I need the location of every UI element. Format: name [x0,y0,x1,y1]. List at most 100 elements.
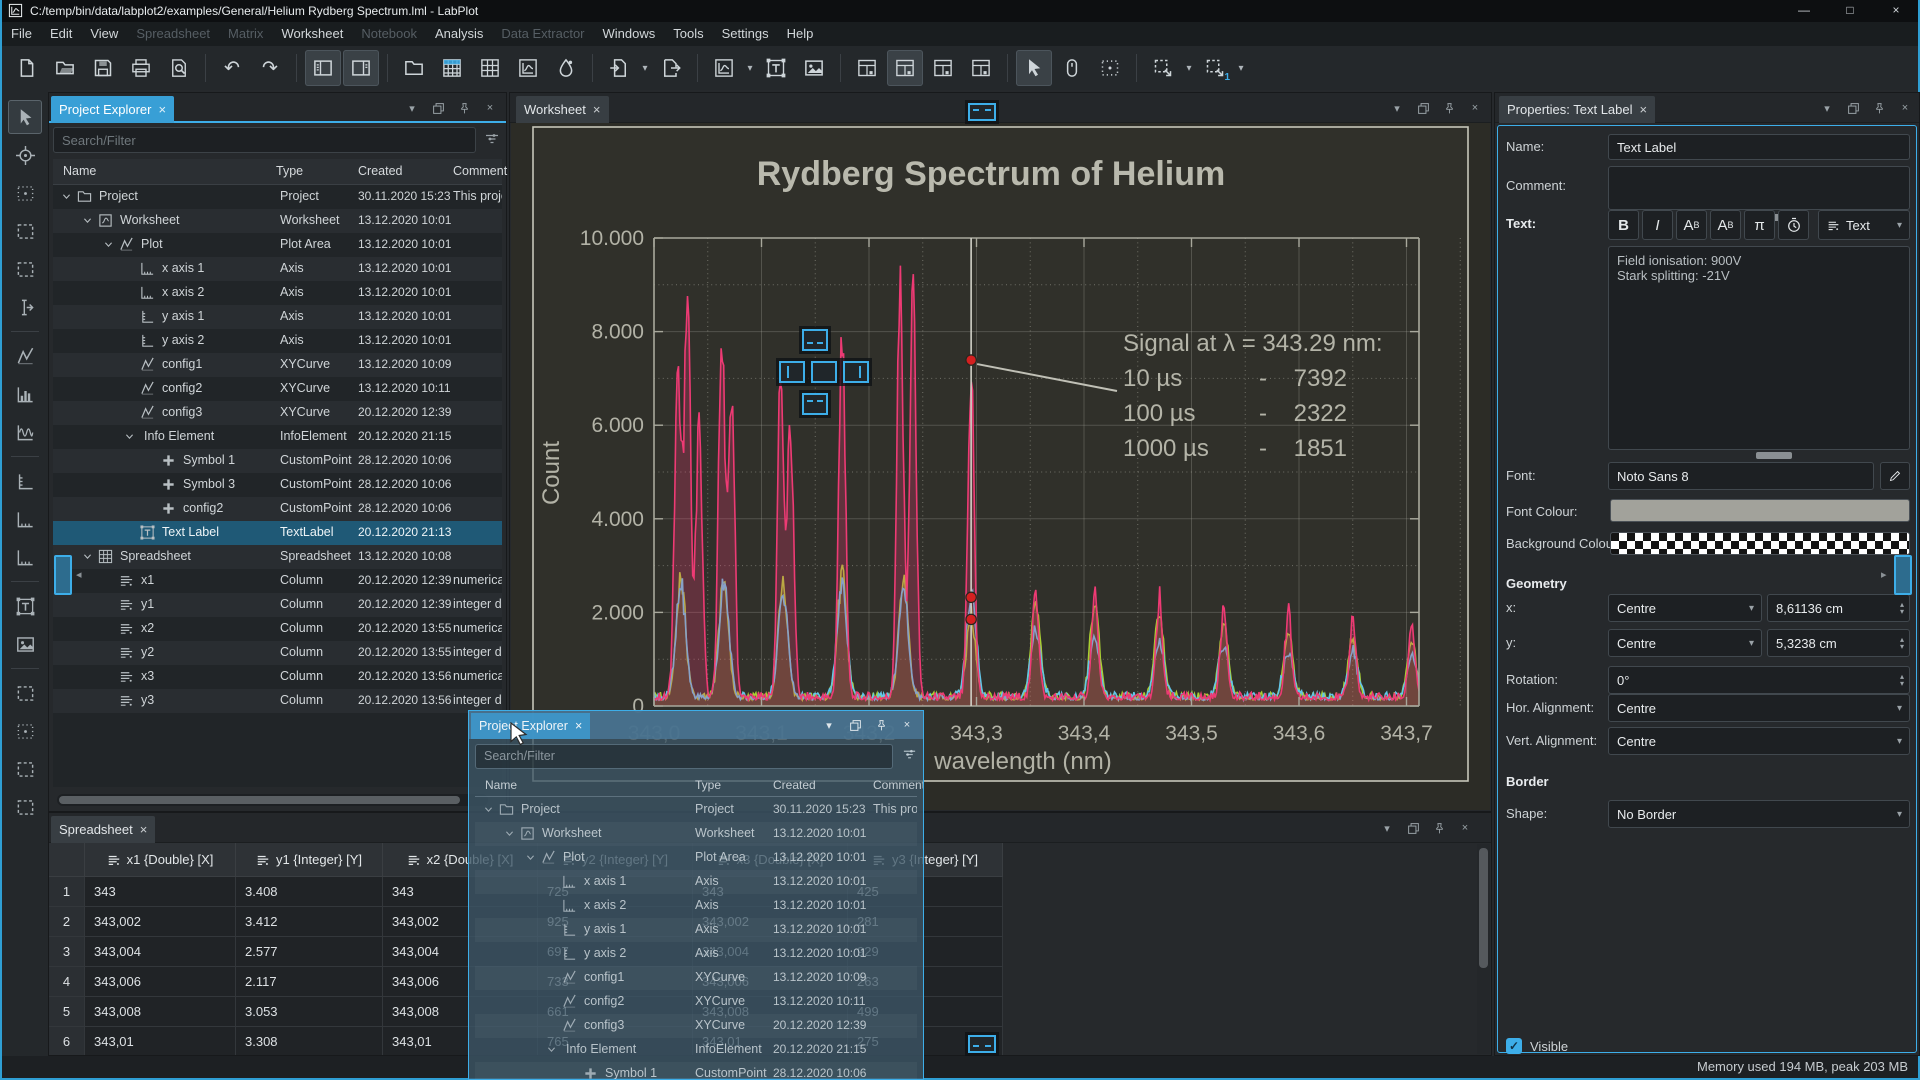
tree-row-y2[interactable]: y2Column20.12.2020 13:55integer da [53,641,502,665]
tool-text-cursor[interactable] [8,290,42,324]
close-icon[interactable]: × [1465,97,1485,119]
tool-axis-vertical[interactable] [8,464,42,498]
dock-menu-icon[interactable]: ▾ [1377,817,1397,839]
tree-row-x-axis-2[interactable]: x axis 2Axis13.12.2020 10:01 [475,894,917,918]
superscript-button[interactable]: AB [1676,210,1707,240]
pin-icon[interactable] [1439,97,1459,119]
tool-text-label[interactable] [8,589,42,623]
sheet-column-header-x1[interactable]: x1 {Double} [X] [85,843,236,877]
row-number[interactable]: 4 [49,967,85,997]
pin-icon[interactable] [1429,817,1449,839]
tool-crosshair[interactable] [8,138,42,172]
close-icon[interactable]: × [158,102,166,117]
menu-worksheet[interactable]: Worksheet [272,22,352,45]
menu-tools[interactable]: Tools [664,22,712,45]
column-header-name[interactable]: Name [63,164,96,178]
tool-image[interactable] [8,627,42,661]
text-mode-dropdown[interactable]: Text▾ [1818,210,1910,240]
expander-icon[interactable] [504,828,515,842]
float-icon[interactable] [428,97,448,119]
float-icon[interactable] [845,714,865,736]
open-project-button[interactable] [47,50,83,86]
menu-analysis[interactable]: Analysis [426,22,492,45]
tree-row-y1[interactable]: y1Column20.12.2020 12:39integer da [53,593,502,617]
float-icon[interactable] [1403,817,1423,839]
y-anchor-dropdown[interactable]: Centre▾ [1608,629,1762,657]
tool-box-a[interactable] [8,676,42,710]
new-plot-area-button[interactable] [706,50,742,86]
column-header-type[interactable]: Type [695,778,721,792]
text-content-area[interactable]: Field ionisation: 900V Stark splitting: … [1608,246,1910,450]
new-text-label-button[interactable] [758,50,794,86]
tool-axis-horizontal[interactable] [8,502,42,536]
italic-button[interactable]: I [1642,210,1673,240]
tree-row-symbol-3[interactable]: Symbol 3CustomPoint28.12.2020 10:06 [53,473,502,497]
row-number[interactable]: 3 [49,937,85,967]
menu-settings[interactable]: Settings [713,22,778,45]
tool-xy-curve[interactable] [8,339,42,373]
symbol-pi-button[interactable]: π [1744,210,1775,240]
new-project-button[interactable] [9,50,45,86]
tree-row-config3[interactable]: config3XYCurve20.12.2020 12:39 [475,1014,917,1038]
tab-worksheet[interactable]: Worksheet× [516,96,609,123]
tool-zoom-selection[interactable] [8,176,42,210]
pan-tool-button[interactable] [1054,50,1090,86]
tree-row-y-axis-1[interactable]: y axis 1Axis13.12.2020 10:01 [53,305,502,329]
tree-row-worksheet[interactable]: WorksheetWorksheet13.12.2020 10:01 [475,822,917,846]
print-preview-button[interactable] [161,50,197,86]
float-icon[interactable] [1843,97,1863,119]
close-icon[interactable]: × [1455,817,1475,839]
tree-row-x3[interactable]: x3Column20.12.2020 13:56numerical [53,665,502,689]
tool-select[interactable] [8,100,42,134]
font-edit-button[interactable] [1880,462,1910,490]
tree-row-config3[interactable]: config3XYCurve20.12.2020 12:39 [53,401,502,425]
tree-row-config1[interactable]: config1XYCurve13.12.2020 10:09 [475,966,917,990]
undo-button[interactable]: ↶ [214,50,250,86]
rydberg-spectrum-plot[interactable]: Rydberg Spectrum of Helium02.0004.0006.0… [511,123,1492,812]
import-dropdown-icon[interactable]: ▾ [638,50,652,86]
vertical-scrollbar[interactable] [1477,844,1490,1054]
cell[interactable]: 343,004 [85,937,236,967]
cell[interactable]: 343,006 [85,967,236,997]
grid-layout-button[interactable] [925,50,961,86]
tree-row-y-axis-2[interactable]: y axis 2Axis13.12.2020 10:01 [53,329,502,353]
tree-row-plot[interactable]: PlotPlot Area13.12.2020 10:01 [53,233,502,257]
new-spreadsheet-button[interactable] [434,50,470,86]
maximize-button[interactable]: □ [1828,0,1872,22]
expander-icon[interactable] [546,1044,557,1058]
expander-icon[interactable] [103,239,114,253]
tab-properties-text-label[interactable]: Properties: Text Label× [1499,96,1655,123]
row-number[interactable]: 1 [49,877,85,907]
tree-row-spreadsheet[interactable]: SpreadsheetSpreadsheet13.12.2020 10:08 [53,545,502,569]
tool-axis-custom[interactable] [8,540,42,574]
new-folder-button[interactable] [396,50,432,86]
new-matrix-button[interactable] [472,50,508,86]
column-header-comment[interactable]: Comment [453,164,507,178]
column-header-type[interactable]: Type [276,164,303,178]
tree-row-project[interactable]: ProjectProject30.11.2020 15:23This proje [475,798,917,822]
expander-icon[interactable] [61,191,72,205]
tool-box-b[interactable] [8,714,42,748]
new-image-button[interactable] [796,50,832,86]
save-project-button[interactable] [85,50,121,86]
cell[interactable]: 343,002 [85,907,236,937]
tree-row-worksheet[interactable]: WorksheetWorksheet13.12.2020 10:01 [53,209,502,233]
print-button[interactable] [123,50,159,86]
dock-menu-icon[interactable]: ▾ [1387,97,1407,119]
tree-header[interactable]: NameTypeCreatedComment [53,159,502,185]
rotation-spinbox[interactable]: 0°▴▾ [1608,666,1910,694]
close-icon[interactable]: × [575,719,582,733]
close-icon[interactable]: × [897,714,917,736]
insert-datetime-button[interactable] [1778,210,1809,240]
cell[interactable]: 343,008 [85,997,236,1027]
zoom-select-button[interactable] [1145,50,1181,86]
subscript-button[interactable]: AB [1710,210,1741,240]
new-datapicker-button[interactable] [548,50,584,86]
name-field[interactable]: Text Label [1608,134,1910,160]
tree-row-plot[interactable]: PlotPlot Area13.12.2020 10:01 [475,846,917,870]
horizontal-scrollbar[interactable] [57,794,488,806]
tree-row-config1[interactable]: config1XYCurve13.12.2020 10:09 [53,353,502,377]
search-input[interactable]: Search/Filter [475,744,893,769]
import-button[interactable] [601,50,637,86]
menu-file[interactable]: File [2,22,41,45]
